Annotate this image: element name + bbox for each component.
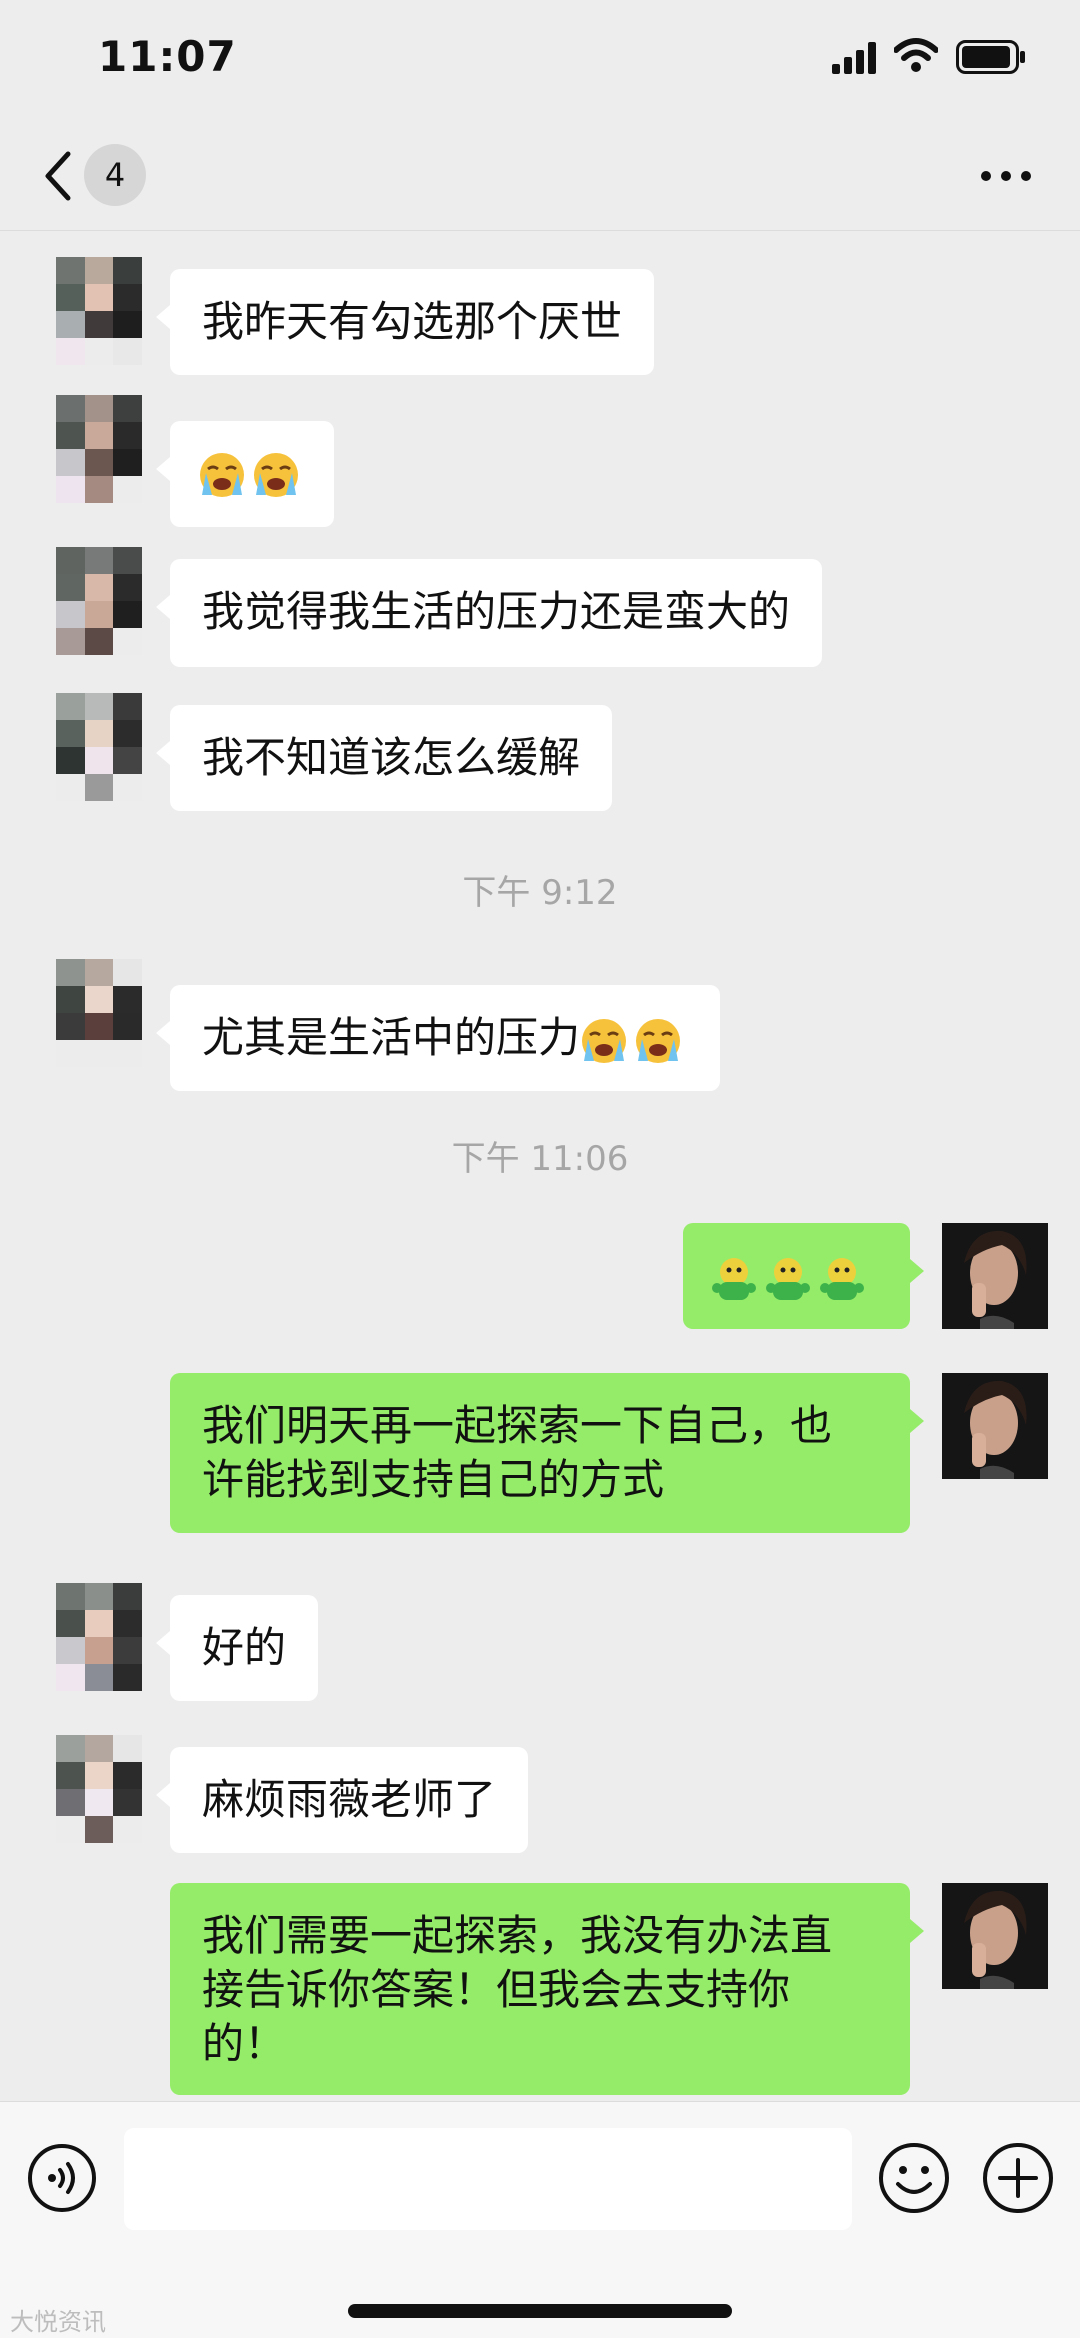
status-time: 11:07 [98,32,237,81]
incoming-emoji-bubble[interactable] [156,421,334,527]
contact-avatar[interactable] [56,1735,142,1843]
emoji-icon[interactable] [876,2140,952,2216]
chat-header: 4 [0,120,1080,231]
message-text-line: 许能找到支持自己的方式 [202,1455,665,1504]
message-text: 麻烦雨薇老师了 [202,1775,497,1824]
loudly-crying-face-icon [254,452,298,497]
message-text: 我昨天有勾选那个厌世 [202,297,623,346]
voice-input-icon[interactable] [26,2142,98,2214]
cellular-signal-icon [832,42,876,74]
loudly-crying-face-icon [636,1018,681,1063]
wifi-icon [894,38,938,72]
frog-sticker-icon [766,1257,810,1300]
input-bar [0,2101,1080,2338]
incoming-message-bubble[interactable]: 麻烦雨薇老师了 [155,1747,529,1853]
my-avatar[interactable] [942,1373,1048,1479]
loudly-crying-face-icon [200,452,244,497]
timestamp: 下午 11:06 [451,1139,629,1179]
loudly-crying-face-icon [582,1018,627,1063]
frog-sticker-icon [820,1257,864,1300]
back-chevron-icon[interactable] [40,146,76,206]
message-text-line: 的！ [202,2019,287,2068]
message-text-line: 我们明天再一起探索一下自己，也 [202,1401,833,1450]
watermark-logo: 大悦资讯 [10,2302,106,2337]
message-text: 好的 [202,1623,287,1672]
message-text-line: 我们需要一起探索，我没有办法直 [202,1911,833,1960]
incoming-message-bubble[interactable]: 好的 [155,1595,319,1701]
more-features-plus-icon[interactable] [980,2140,1056,2216]
message-text: 我觉得我生活的压力还是蛮大的 [202,587,791,636]
outgoing-message-bubble[interactable]: 我们明天再一起探索一下自己，也 许能找到支持自己的方式 [170,1373,924,1533]
message-input[interactable] [124,2128,852,2230]
incoming-message-bubble[interactable]: 尤其是生活中的压力 [155,985,721,1091]
contact-avatar[interactable] [56,693,142,801]
more-options-icon[interactable] [978,168,1034,184]
contact-avatar[interactable] [56,395,142,503]
contact-avatar[interactable] [56,547,142,655]
outgoing-sticker-bubble[interactable] [683,1223,924,1329]
battery-icon [956,40,1025,74]
incoming-message-bubble[interactable]: 我昨天有勾选那个厌世 [155,269,655,375]
my-avatar-photo [942,1373,1048,1479]
frog-sticker-icon [712,1257,756,1300]
my-avatar[interactable] [942,1883,1048,1989]
contact-avatar[interactable] [56,959,142,1067]
contact-avatar[interactable] [56,257,142,365]
my-avatar-photo [942,1223,1048,1329]
unread-count-badge[interactable]: 4 [84,144,146,206]
home-indicator[interactable] [348,2304,732,2318]
status-bar: 11:07 [0,0,1080,120]
my-avatar[interactable] [942,1223,1048,1329]
message-text-line: 接告诉你答案！但我会去支持你 [202,1965,791,2014]
outgoing-message-bubble[interactable]: 我们需要一起探索，我没有办法直 接告诉你答案！但我会去支持你 的！ [170,1883,924,2095]
contact-avatar[interactable] [56,1583,142,1691]
watermark-text: 大悦资讯 [10,2308,106,2336]
timestamp: 下午 9:12 [462,873,618,913]
incoming-message-bubble[interactable]: 我觉得我生活的压力还是蛮大的 [155,559,823,667]
incoming-message-bubble[interactable]: 我不知道该怎么缓解 [155,705,613,811]
my-avatar-photo [942,1883,1048,1989]
message-text: 我不知道该怎么缓解 [202,733,581,782]
message-list[interactable]: 我昨天有勾选那个厌世 我觉得我生活的压力还是蛮大的 我不知道该怎么缓解 下午 9… [0,231,1080,2101]
message-text: 尤其是生活中的压力 [202,1013,581,1062]
